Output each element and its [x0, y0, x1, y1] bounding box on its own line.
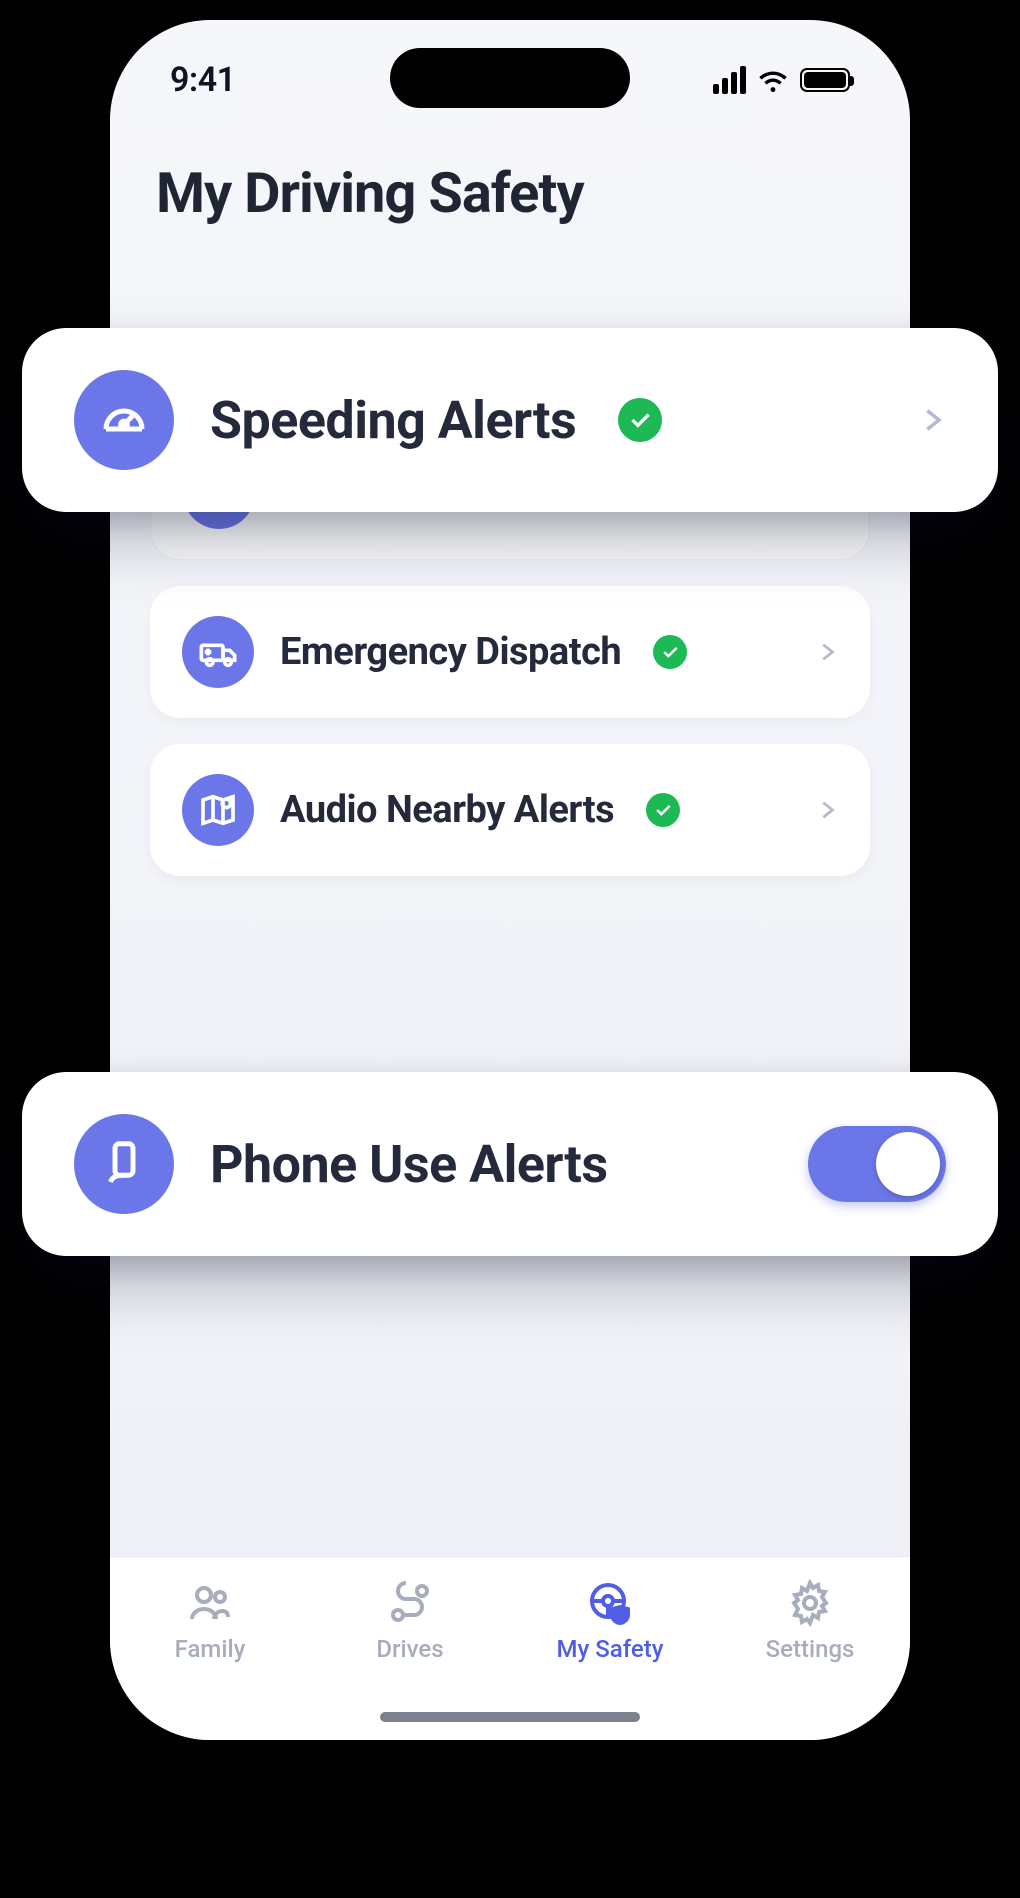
tab-label: Settings [766, 1635, 855, 1663]
tab-my-safety[interactable]: My Safety [530, 1579, 690, 1663]
row-placeholder-phone [150, 902, 870, 1030]
toggle-knob [876, 1132, 940, 1196]
gauge-icon [74, 370, 174, 470]
row-audio-nearby[interactable]: Audio Nearby Alerts [150, 744, 870, 876]
gear-icon [786, 1579, 834, 1627]
row-emergency-dispatch[interactable]: Emergency Dispatch [150, 586, 870, 718]
tab-label: Family [175, 1635, 246, 1663]
tab-family[interactable]: Family [130, 1579, 290, 1663]
check-icon [653, 635, 687, 669]
steering-shield-icon [586, 1579, 634, 1627]
chevron-right-icon [918, 398, 946, 442]
row-label: Emergency Dispatch [280, 630, 621, 674]
row-label: Speeding Alerts [210, 390, 576, 451]
phone-frame: 9:41 My Driving Safety Crash Detection [110, 20, 910, 1740]
battery-icon [800, 68, 850, 92]
row-label: Phone Use Alerts [210, 1134, 608, 1195]
tab-bar: Family Drives My Safety Settings [110, 1556, 910, 1740]
row-label: Audio Nearby Alerts [280, 788, 614, 832]
row-phone-use-alerts[interactable]: Phone Use Alerts [22, 1072, 998, 1256]
route-icon [386, 1579, 434, 1627]
check-icon [618, 398, 662, 442]
toggle-phone-use[interactable] [808, 1126, 946, 1202]
wifi-icon [756, 67, 790, 93]
notch [390, 48, 630, 108]
tab-label: My Safety [557, 1635, 664, 1663]
row-speeding-alerts[interactable]: Speeding Alerts [22, 328, 998, 512]
cellular-icon [713, 66, 746, 94]
chevron-right-icon [816, 634, 838, 670]
map-pin-icon [182, 774, 254, 846]
status-time: 9:41 [170, 60, 236, 100]
status-indicators [713, 66, 850, 94]
family-icon [186, 1579, 234, 1627]
phone-hand-icon [74, 1114, 174, 1214]
tab-label: Drives [376, 1635, 443, 1663]
page-title: My Driving Safety [156, 160, 864, 226]
tab-settings[interactable]: Settings [730, 1579, 890, 1663]
tab-drives[interactable]: Drives [330, 1579, 490, 1663]
ambulance-icon [182, 616, 254, 688]
chevron-right-icon [816, 792, 838, 828]
home-indicator[interactable] [380, 1712, 640, 1722]
check-icon [646, 793, 680, 827]
